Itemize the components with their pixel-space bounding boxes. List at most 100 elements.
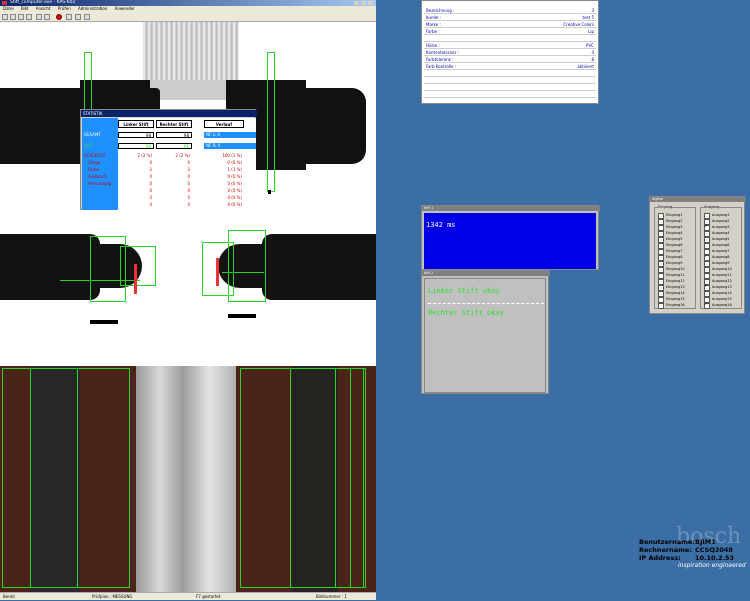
info-value: Lip — [588, 29, 594, 34]
open-icon[interactable] — [2, 14, 8, 20]
row-right: 0 — [187, 188, 190, 193]
grid-icon[interactable] — [36, 14, 42, 20]
schlecht-right: 2 (2 %) — [175, 153, 190, 158]
user-value: BJIM1 — [695, 538, 716, 546]
row-left: 0 — [149, 174, 152, 179]
host-label: Rechnername: — [639, 546, 692, 554]
ip-value: 10.10.2.53 — [695, 554, 735, 562]
info-value: aktiviert — [577, 64, 594, 69]
row-right: 0 — [187, 174, 190, 179]
info-row: Hülse : PVC — [424, 42, 596, 49]
info-value: 3 — [591, 8, 594, 13]
close-button[interactable] — [368, 1, 373, 5]
info-key: Marke : — [426, 22, 441, 27]
col-linker-stift: Linker Stift — [118, 120, 154, 128]
info-key: Farbe : — [426, 29, 440, 34]
info-row — [424, 35, 596, 42]
col-rechter-stift: Rechter Stift — [156, 120, 192, 128]
gesamt-label: GESAMT — [84, 132, 101, 137]
menu-ansicht[interactable]: Ansicht — [36, 6, 51, 11]
app-title: Stift_computer.exe - KPS-602 — [10, 0, 76, 5]
toolbar — [0, 12, 376, 22]
row-verlauf: 0 (0 %) — [227, 202, 242, 207]
menu-bild[interactable]: Bild — [21, 6, 29, 11]
row-verlauf: 0 (0 %) — [227, 160, 242, 165]
row-verlauf: 1 (1 %) — [227, 167, 242, 172]
login-info: Benutzername: BJIM1 Rechnername: CCSQ204… — [639, 538, 749, 570]
eingang-title: Eingang — [658, 205, 673, 209]
gesamt-right: 98 — [156, 132, 192, 138]
roi-right-tip-outer — [228, 230, 266, 302]
col-verlauf: Verlauf — [204, 120, 244, 128]
info-row: Farbe : Lip — [424, 28, 596, 35]
eingang-checkbox[interactable]: Eingang16 — [658, 302, 685, 309]
row-label: Länge — [88, 160, 101, 165]
gut-label: GUT — [84, 143, 93, 148]
result-window: Intf 2 Linker Stift okay Rechter Stift o… — [421, 270, 550, 394]
user-label: Benutzername: — [639, 538, 695, 546]
host-value: CCSQ2048 — [695, 546, 733, 554]
info-key: Farbtoleranz : — [426, 57, 454, 62]
cycle-time-value: 1342 ms — [424, 213, 596, 269]
result-left: Linker Stift okay — [428, 287, 500, 295]
right-tip-label — [228, 314, 256, 318]
info-row: Farb Kontrolle : aktiviert — [424, 63, 596, 70]
row-verlauf: 0 (0 %) — [227, 195, 242, 200]
row-label: Ausbruch — [88, 174, 107, 179]
cycle-time-title: Intf 1 — [422, 206, 600, 211]
io-title: digital — [650, 197, 746, 202]
info-key: Bezeichnung : — [426, 8, 455, 13]
info-row: Kantentoleranz : 4 — [424, 49, 596, 56]
result-divider — [428, 303, 544, 304]
menu-administration[interactable]: Administration — [78, 6, 107, 11]
row-left: 2 — [149, 167, 152, 172]
app-icon — [2, 1, 7, 5]
ausgang-checkbox[interactable]: Ausgang16 — [704, 301, 732, 309]
result-panel: Linker Stift okay Rechter Stift okay — [424, 278, 546, 393]
row-right: 0 — [187, 160, 190, 165]
row-verlauf: 0 (0 %) — [227, 174, 242, 179]
gesamt-left: 98 — [118, 132, 154, 138]
info-value: PVC — [586, 43, 594, 48]
result-right: Rechter Stift okay — [428, 309, 504, 317]
menu-pruefen[interactable]: Prüfen — [58, 6, 71, 11]
schlecht-left: 2 (2 %) — [137, 153, 152, 158]
info-value: test 5 — [582, 15, 595, 20]
row-left: 0 — [149, 202, 152, 207]
gesamt-verlauf: NF L: 0 — [204, 132, 256, 138]
row-left: 0 — [149, 160, 152, 165]
row-left: 0 — [149, 195, 152, 200]
row-right: 2 — [187, 167, 190, 172]
minimize-button[interactable] — [354, 1, 359, 5]
info-icon[interactable] — [84, 14, 90, 20]
info-row: Farbtoleranz : 8 — [424, 56, 596, 63]
result-title: Intf 2 — [422, 271, 550, 276]
menu-anwender[interactable]: Anwender — [115, 6, 135, 11]
row-left: 0 — [149, 188, 152, 193]
digital-io-window: digital Eingang Eingang1 Eingang2 Eingang3… — [649, 196, 746, 314]
maximize-button[interactable] — [361, 1, 366, 5]
ip-label: IP Address: — [639, 554, 681, 562]
help-icon[interactable] — [75, 14, 81, 20]
camera-view-tips — [0, 228, 376, 366]
save-icon[interactable] — [10, 14, 16, 20]
menu-datei[interactable]: Datei — [3, 6, 14, 11]
stop-icon[interactable] — [56, 14, 62, 20]
statistics-panel: STATISTIK GESAMT GUT SCHLECHT Länge Farb… — [80, 109, 257, 210]
camera-view-color — [0, 366, 376, 592]
list-icon[interactable] — [44, 14, 50, 20]
row-verlauf: 0 (0 %) — [227, 188, 242, 193]
ausgang-group: Ausgang Ausgang1Ausgang2Ausgang3Ausgang4… — [700, 205, 742, 309]
row-right: 0 — [187, 195, 190, 200]
roi-right-length — [267, 52, 275, 192]
camera-icon[interactable] — [18, 14, 24, 20]
print-icon[interactable] — [26, 14, 32, 20]
info-row: Bezeichnung : 3 — [424, 7, 596, 14]
schlecht-verlauf: 100 (1 %) — [222, 153, 242, 158]
statistics-sidebar: GESAMT GUT SCHLECHT Länge Farbe Ausbruch… — [82, 118, 118, 210]
search-icon[interactable] — [66, 14, 72, 20]
product-info-window: Bezeichnung : 3 Kunde : test 5 Marke : Crea… — [421, 0, 599, 104]
eingang-group: Eingang Eingang1 Eingang2 Eingang3 Eingang4… — [654, 205, 696, 309]
gut-left: 96 — [118, 143, 154, 149]
info-row: Marke : Creative Colors — [424, 21, 596, 28]
